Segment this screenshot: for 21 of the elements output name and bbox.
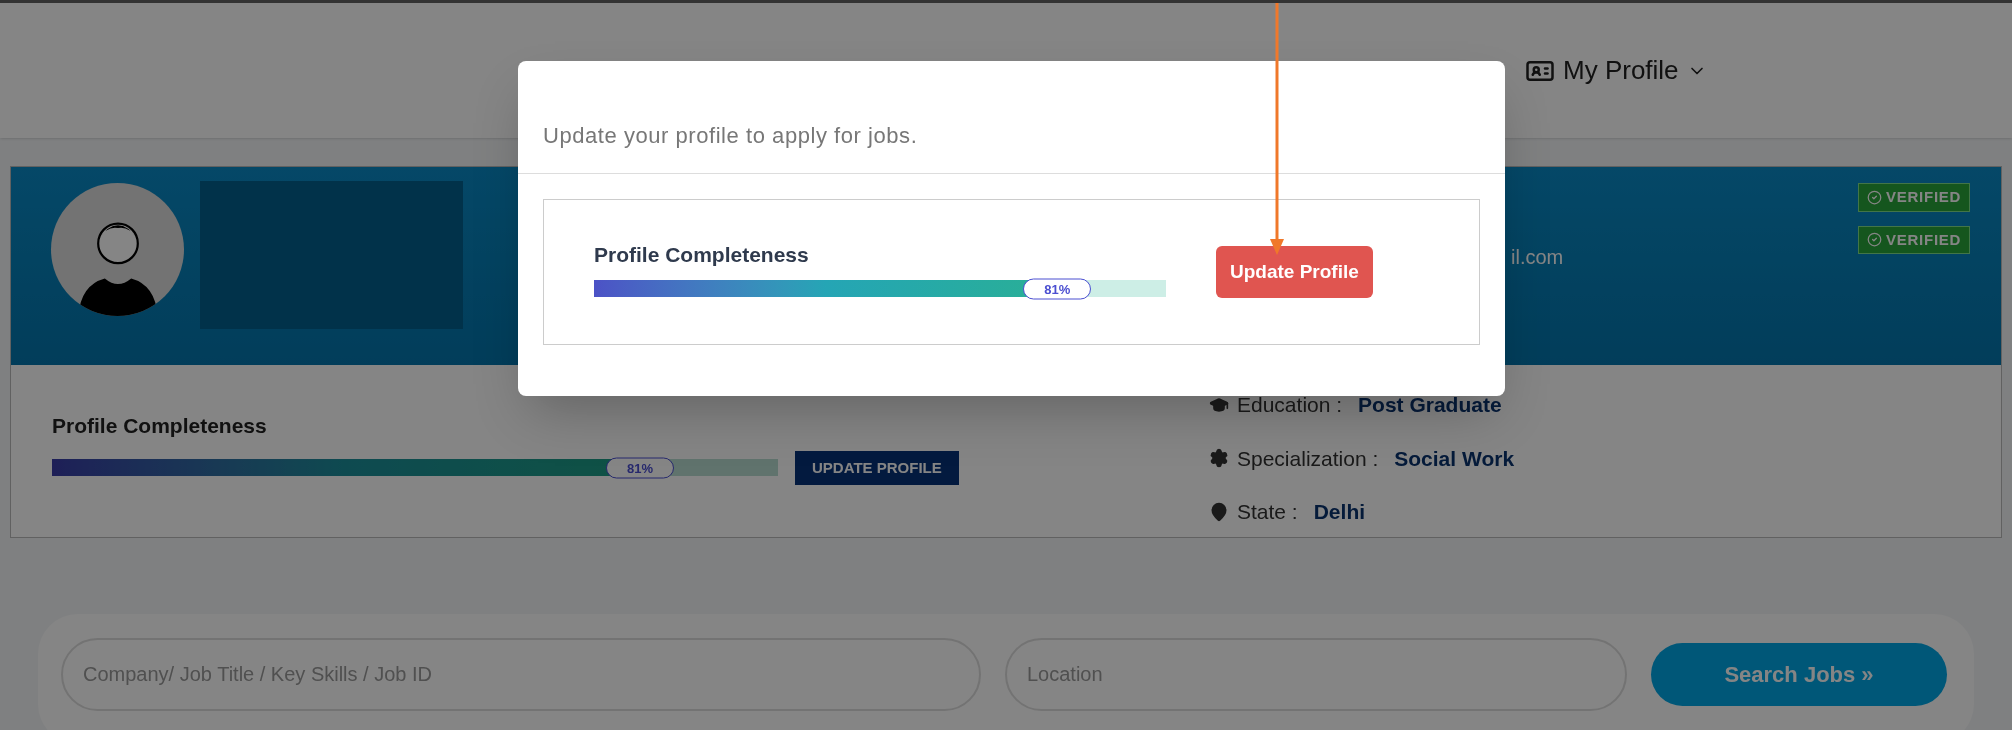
my-profile-menu[interactable]: My Profile — [1525, 51, 1707, 90]
detail-label: Specialization : — [1237, 445, 1379, 472]
verified-badge: VERIFIED — [1858, 183, 1971, 212]
map-pin-icon — [1209, 501, 1229, 522]
percentage-pill: 81% — [606, 457, 675, 479]
gear-icon — [1209, 448, 1229, 469]
email-text: il.com — [1511, 245, 1564, 270]
detail-label: State : — [1237, 499, 1298, 525]
check-icon — [1867, 232, 1882, 248]
completeness-title: Profile Completeness — [52, 413, 268, 439]
detail-label: Education : — [1237, 392, 1343, 418]
check-icon — [1867, 189, 1882, 205]
detail-value: Social Work — [1394, 445, 1515, 472]
update-profile-button[interactable]: UPDATE PROFILE — [795, 450, 959, 485]
detail-value: Post Graduate — [1358, 392, 1502, 418]
update-profile-button[interactable]: Update Profile — [1216, 245, 1373, 299]
percentage-pill: 81% — [1023, 278, 1092, 300]
verified-badge: VERIFIED — [1858, 225, 1971, 254]
modal-message: Update your profile to apply for jobs. — [518, 61, 1505, 174]
completeness-title: Profile Completeness — [594, 241, 810, 268]
detail-value: Delhi — [1313, 499, 1366, 525]
